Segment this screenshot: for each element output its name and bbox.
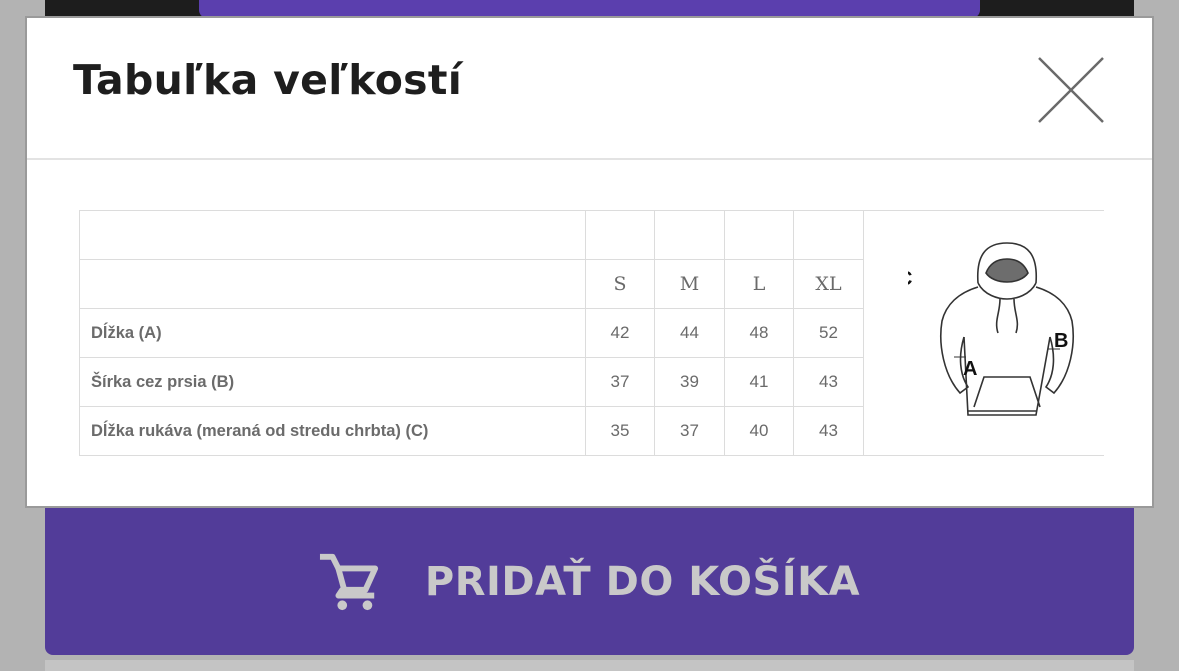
row-label: Šírka cez prsia (B)	[79, 357, 586, 407]
row-label: Dĺžka rukáva (meraná od stredu chrbta) (…	[79, 406, 586, 456]
diagram-label-b: B	[1054, 330, 1068, 352]
bottom-strip	[45, 660, 1134, 671]
diagram-label-a: A	[963, 358, 977, 380]
size-header-l: L	[724, 259, 794, 309]
modal-title: Tabuľka veľkostí	[73, 56, 463, 104]
table-cell: 43	[793, 406, 864, 456]
add-to-cart-button[interactable]: PRIDAŤ DO KOŠÍKA	[45, 495, 1134, 655]
table-cell: 52	[793, 308, 864, 358]
table-cell: 35	[585, 406, 655, 456]
table-cell	[79, 210, 586, 260]
table-cell	[585, 210, 655, 260]
table-cell: 42	[585, 308, 655, 358]
table-cell: 40	[724, 406, 794, 456]
size-table-container: C A B S M L XL Dĺžka (A) 42 44 48 52	[79, 210, 1104, 456]
size-header-m: M	[654, 259, 725, 309]
close-button[interactable]	[1035, 54, 1107, 126]
table-cell: 48	[724, 308, 794, 358]
size-chart-modal: Tabuľka veľkostí A B S M L XL Dĺžka (A) …	[25, 16, 1154, 508]
table-cell	[654, 210, 725, 260]
size-table: C A B S M L XL Dĺžka (A) 42 44 48 52	[79, 210, 1104, 456]
diagram-cell: C A B	[863, 210, 1104, 456]
hoodie-diagram-icon: C A B	[908, 242, 1074, 416]
table-cell: 41	[724, 357, 794, 407]
table-cell	[724, 210, 794, 260]
table-cell: 43	[793, 357, 864, 407]
size-header-xl: XL	[793, 259, 864, 309]
table-cell	[793, 210, 864, 260]
table-cell: 37	[654, 406, 725, 456]
table-cell	[79, 259, 586, 309]
cart-icon	[319, 553, 378, 611]
close-icon	[1038, 57, 1104, 123]
table-row: C A B	[79, 210, 1104, 456]
size-header-s: S	[585, 259, 655, 309]
modal-header: Tabuľka veľkostí	[27, 18, 1152, 160]
row-label: Dĺžka (A)	[79, 308, 586, 358]
add-to-cart-label: PRIDAŤ DO KOŠÍKA	[424, 559, 861, 605]
table-cell: 44	[654, 308, 725, 358]
diagram-label-c: C	[908, 268, 912, 290]
table-cell: 39	[654, 357, 725, 407]
table-cell: 37	[585, 357, 655, 407]
